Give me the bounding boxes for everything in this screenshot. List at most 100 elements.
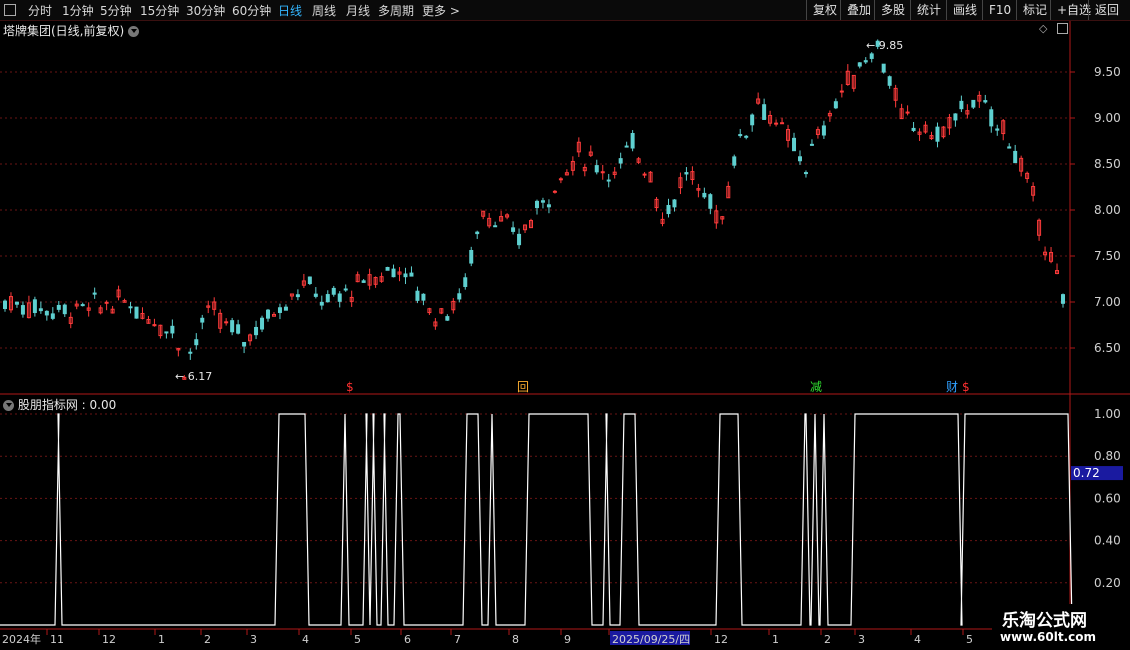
period-tab-5[interactable]: 60分钟 [232, 2, 271, 19]
candle-body [266, 309, 271, 319]
price-tick-label: 9.00 [1094, 111, 1121, 125]
candle-body [3, 300, 7, 310]
candle-body [911, 127, 916, 131]
candle-body [869, 53, 874, 59]
candle-body [44, 310, 49, 316]
candle-body [325, 294, 330, 303]
watermark-url: www.60lt.com [1000, 630, 1097, 644]
toolbar-button-4[interactable]: 画线 [946, 0, 983, 20]
toolbar-button-3[interactable]: 统计 [910, 0, 947, 20]
time-axis-label: 5 [966, 633, 973, 646]
candle-body [1013, 150, 1018, 164]
candle-body [803, 172, 808, 175]
candle-body [295, 294, 300, 298]
period-tab-8[interactable]: 月线 [346, 2, 370, 19]
price-tick-label: 9.50 [1094, 65, 1121, 79]
candle-body [953, 113, 958, 121]
time-axis-label: 8 [512, 633, 519, 646]
indicator-line [0, 413, 1073, 626]
time-axis-label: 4 [302, 633, 309, 646]
indicator-tick-label: 0.80 [1094, 449, 1121, 463]
candle-body [409, 272, 414, 277]
candle-body [164, 331, 169, 334]
period-tab-0[interactable]: 分时 [28, 2, 52, 19]
candle-body [14, 301, 19, 305]
candle-body [511, 227, 516, 232]
indicator-title-row: 股朋指标网 : 0.00 [3, 396, 116, 413]
period-tab-10[interactable]: 更多 > [422, 2, 460, 19]
candle-body [738, 134, 743, 137]
candle-body [80, 304, 85, 307]
time-axis-label: 2 [824, 633, 831, 646]
candle-body [989, 109, 994, 127]
stock-title: 塔牌集团(日线,前复权) [3, 24, 125, 38]
candle-body [1007, 146, 1012, 149]
candle-body [534, 200, 539, 209]
time-axis-label: 2025/09/25/四 [612, 633, 690, 646]
period-tab-1[interactable]: 1分钟 [62, 2, 94, 19]
toolbar-button-0[interactable]: 复权 [806, 0, 843, 20]
time-axis-label: 3 [250, 633, 257, 646]
period-tab-9[interactable]: 多周期 [378, 2, 414, 19]
candle-body [128, 306, 133, 309]
candle-body [630, 132, 635, 149]
candle-body [254, 326, 259, 336]
dropdown-chevron-icon[interactable] [128, 26, 140, 37]
candle-body [839, 90, 844, 93]
window-icon[interactable] [4, 4, 16, 16]
candle-body [313, 293, 318, 297]
period-tab-4[interactable]: 30分钟 [186, 2, 225, 19]
time-axis-label: 9 [564, 633, 571, 646]
candle-body [260, 317, 265, 330]
candle-body [624, 145, 629, 148]
candle-body [666, 204, 671, 215]
candle-body [708, 194, 713, 209]
toolbar-button-8[interactable]: 返回 [1088, 0, 1125, 20]
toolbar-button-6[interactable]: 标记 [1016, 0, 1053, 20]
indicator-tick-label: 0.40 [1094, 534, 1121, 548]
event-marker: $ [962, 380, 970, 394]
candle-body [606, 179, 611, 182]
candle-body [56, 304, 61, 310]
candle-body [445, 316, 450, 321]
candle-body [833, 101, 838, 109]
time-axis-label: 1 [772, 633, 779, 646]
candle-body [546, 204, 551, 208]
diamond-icon[interactable]: ◇ [1039, 22, 1047, 35]
candle-body [277, 307, 282, 313]
candle-body [242, 341, 247, 347]
candle-body [170, 325, 175, 334]
candle-body [32, 299, 37, 314]
maximize-icon[interactable] [1057, 23, 1068, 34]
candle-body [50, 313, 55, 319]
candle-body [905, 111, 910, 114]
toolbar-button-2[interactable]: 多股 [874, 0, 911, 20]
candle-body [995, 128, 1000, 131]
watermark-title: 乐淘公式网 [1002, 611, 1087, 631]
candle-body [821, 125, 826, 136]
price-tick-label: 8.00 [1094, 203, 1121, 217]
candle-body [935, 126, 940, 142]
candle-body [343, 288, 348, 291]
candle-body [552, 190, 557, 193]
time-axis-label: 6 [404, 633, 411, 646]
candle-body [92, 292, 97, 295]
candle-body [684, 172, 689, 175]
period-tab-6[interactable]: 日线 [278, 2, 302, 19]
candle-body [774, 122, 779, 125]
candle-body [809, 143, 814, 146]
period-tab-7[interactable]: 周线 [312, 2, 336, 19]
candle-body [558, 178, 563, 181]
candle-body [307, 276, 312, 285]
toolbar-button-5[interactable]: F10 [982, 0, 1017, 20]
current-value-label: 0.72 [1073, 466, 1100, 480]
candle-body [331, 287, 336, 295]
event-marker: 回 [517, 380, 529, 394]
toolbar-button-1[interactable]: 叠加 [840, 0, 877, 20]
period-tab-2[interactable]: 5分钟 [100, 2, 132, 19]
indicator-dropdown-icon[interactable] [3, 400, 14, 411]
candle-body [863, 60, 868, 63]
period-tab-3[interactable]: 15分钟 [140, 2, 179, 19]
time-axis-label: 7 [454, 633, 461, 646]
time-axis-label: 11 [50, 633, 64, 646]
